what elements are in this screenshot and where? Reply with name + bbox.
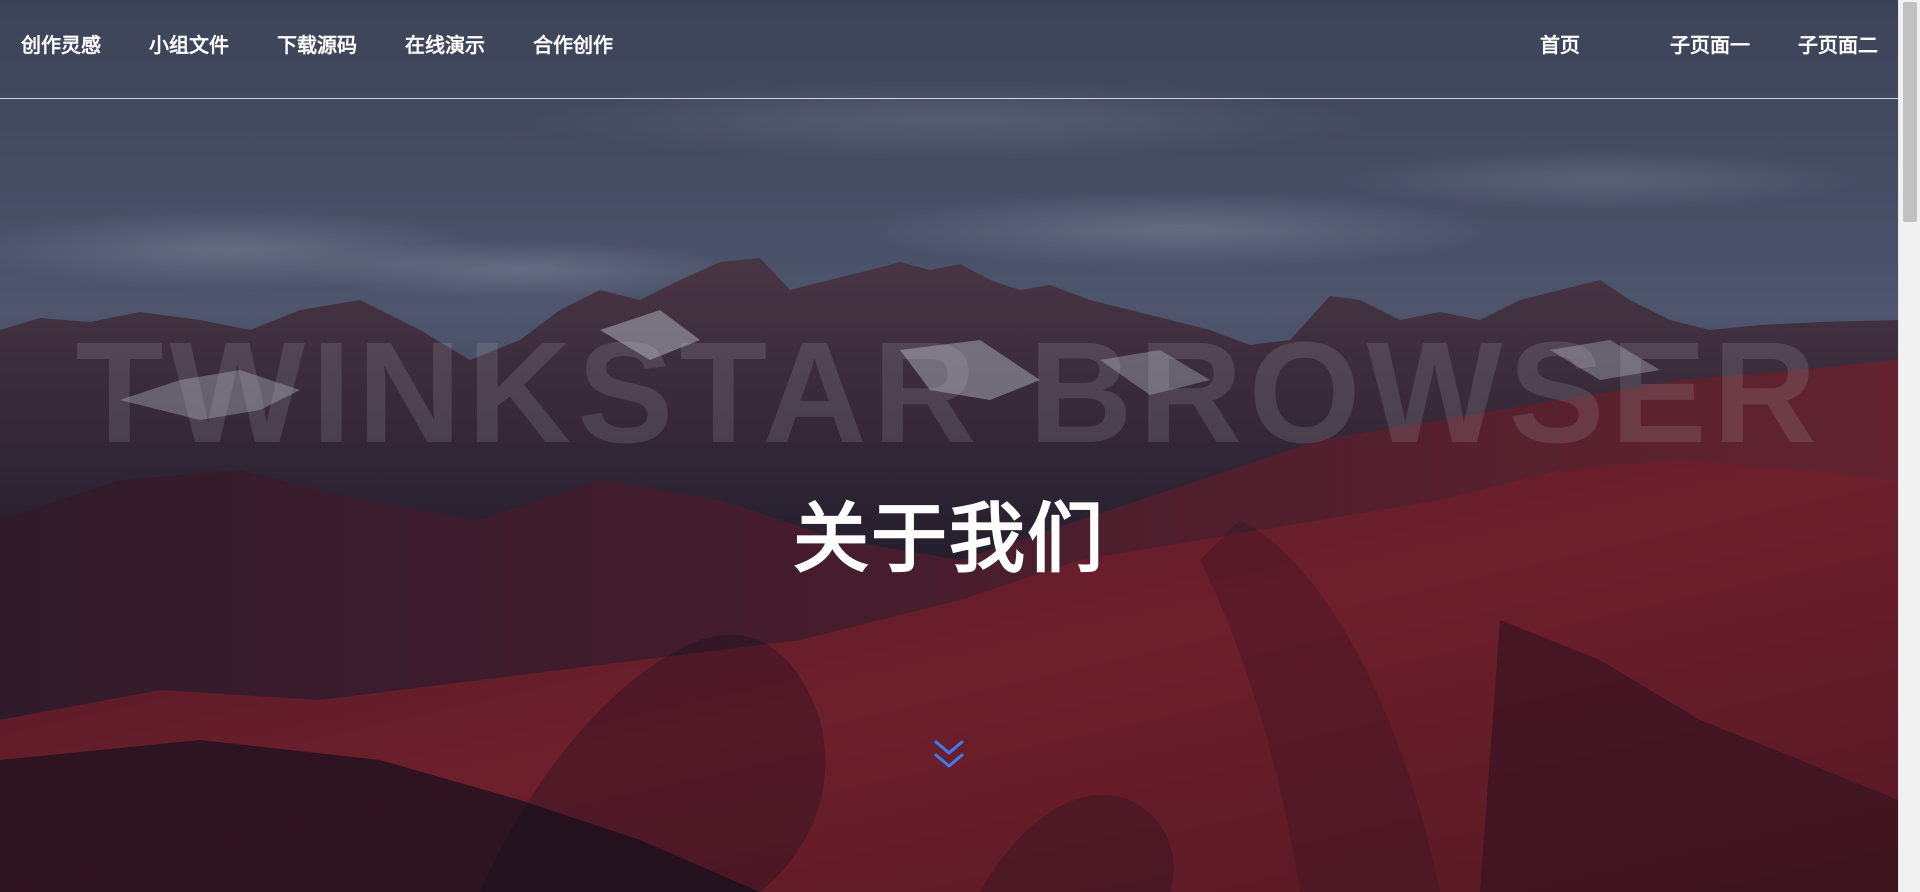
page: 创作灵感 小组文件 下载源码 在线演示 合作创作 首页 子页面一 子页面二 TW… <box>0 0 1920 892</box>
nav-link-download-source[interactable]: 下载源码 <box>277 30 357 60</box>
scrollbar-thumb[interactable] <box>1903 2 1917 222</box>
nav-link-group-files[interactable]: 小组文件 <box>149 30 229 60</box>
hero-title: 关于我们 <box>793 494 1105 583</box>
top-navigation-bar: 创作灵感 小组文件 下载源码 在线演示 合作创作 首页 子页面一 子页面二 <box>0 0 1898 99</box>
nav-link-home[interactable]: 首页 <box>1540 30 1580 60</box>
nav-link-subpage-two[interactable]: 子页面二 <box>1798 30 1878 60</box>
nav-link-inspiration[interactable]: 创作灵感 <box>21 30 101 60</box>
nav-left-group: 创作灵感 小组文件 下载源码 在线演示 合作创作 <box>21 30 661 60</box>
nav-link-subpage-one[interactable]: 子页面一 <box>1670 30 1750 60</box>
nav-right-group: 首页 子页面一 子页面二 <box>1540 30 1878 60</box>
hero-watermark-text: TWINKSTAR BROWSER <box>75 312 1823 473</box>
double-chevron-down-icon[interactable] <box>933 738 965 772</box>
nav-link-online-demo[interactable]: 在线演示 <box>405 30 485 60</box>
vertical-scrollbar[interactable] <box>1898 0 1920 892</box>
nav-link-collaboration[interactable]: 合作创作 <box>533 30 613 60</box>
